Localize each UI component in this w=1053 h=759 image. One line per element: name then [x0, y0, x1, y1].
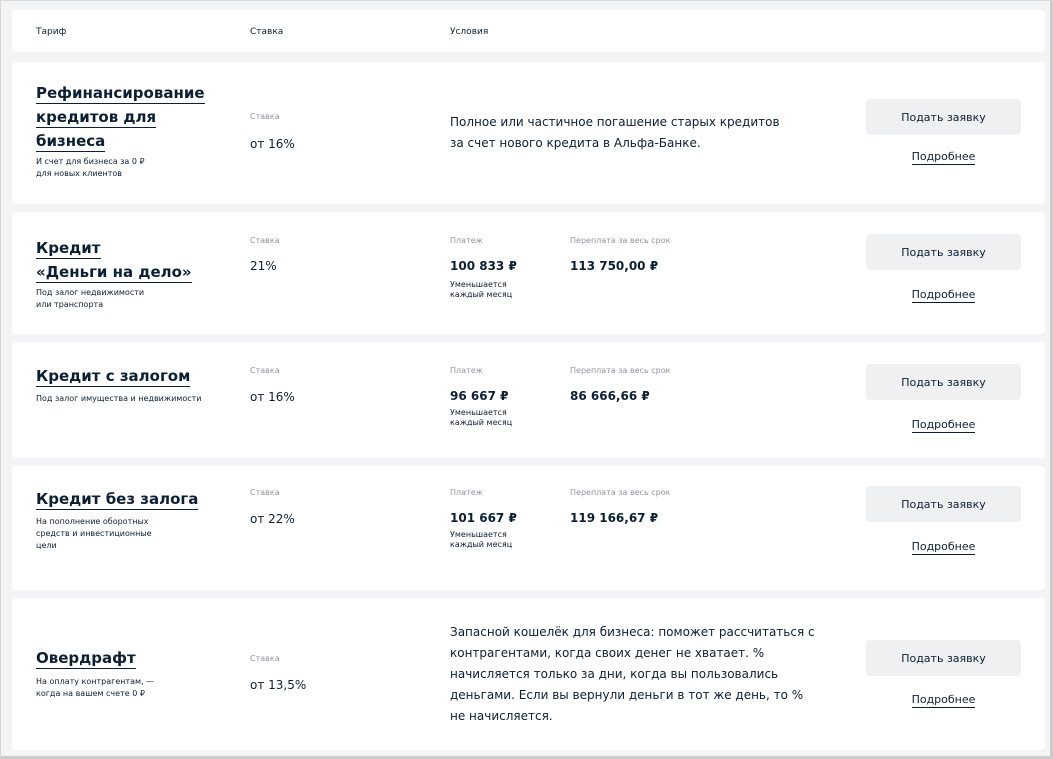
apply-button[interactable]: Подать заявку	[866, 486, 1021, 522]
tariff-subtitle: На пополнение оборотных средств и инвест…	[36, 517, 152, 550]
overpay-label: Переплата за весь срок	[570, 366, 671, 375]
header-rate: Ставка	[250, 27, 284, 37]
more-link[interactable]: Подробнее	[866, 693, 1021, 708]
tariff-title[interactable]: Овердрафт	[36, 646, 136, 670]
overpay-label: Переплата за весь срок	[570, 236, 671, 245]
rate-label: Ставка	[250, 654, 280, 663]
payment-note: Уменьшается каждый месяц	[450, 280, 513, 299]
tariff-card-refinancing: Рефинансирование кредитов для бизнеса И …	[12, 62, 1045, 204]
payment-value: 100 833 ₽	[450, 259, 517, 273]
tariff-card-unsecured: Кредит без залога На пополнение оборотны…	[12, 466, 1045, 590]
apply-button[interactable]: Подать заявку	[866, 234, 1021, 270]
rate-value: от 16%	[250, 137, 295, 151]
payment-note: Уменьшается каждый месяц	[450, 408, 513, 427]
more-link[interactable]: Подробнее	[866, 418, 1021, 433]
more-link[interactable]: Подробнее	[866, 288, 1021, 303]
payment-value: 101 667 ₽	[450, 511, 517, 525]
tariff-card-overdraft: Овердрафт На оплату контрагентам, — когд…	[12, 598, 1045, 750]
more-link[interactable]: Подробнее	[866, 540, 1021, 555]
tariff-title[interactable]: Кредит «Деньги на дело»	[36, 236, 192, 284]
payment-label: Платеж	[450, 488, 483, 497]
tariff-title[interactable]: Рефинансирование кредитов для бизнеса	[36, 81, 205, 153]
payment-label: Платеж	[450, 236, 483, 245]
overpay-label: Переплата за весь срок	[570, 488, 671, 497]
apply-button[interactable]: Подать заявку	[866, 640, 1021, 676]
overpay-value: 113 750,00 ₽	[570, 259, 659, 273]
payment-note: Уменьшается каждый месяц	[450, 530, 513, 549]
header-tariff: Тариф	[36, 27, 67, 37]
rate-value: от 22%	[250, 512, 295, 526]
tariff-card-dengi-na-delo: Кредит «Деньги на дело» Под залог недвиж…	[12, 212, 1045, 334]
overpay-value: 119 166,67 ₽	[570, 511, 659, 525]
tariff-title[interactable]: Кредит с залогом	[36, 364, 191, 388]
tariff-subtitle: Под залог недвижимости или транспорта	[36, 288, 145, 309]
rate-value: от 13,5%	[250, 678, 307, 692]
apply-button[interactable]: Подать заявку	[866, 99, 1021, 135]
rate-label: Ставка	[250, 488, 280, 497]
rate-label: Ставка	[250, 112, 280, 121]
tariff-subtitle: Под залог имущества и недвижимости	[36, 394, 202, 403]
payment-value: 96 667 ₽	[450, 389, 509, 403]
rate-value: 21%	[250, 259, 277, 273]
payment-label: Платеж	[450, 366, 483, 375]
rate-label: Ставка	[250, 236, 280, 245]
tariff-subtitle: И счет для бизнеса за 0 ₽ для новых клие…	[36, 157, 145, 178]
apply-button[interactable]: Подать заявку	[866, 364, 1021, 400]
overpay-value: 86 666,66 ₽	[570, 389, 650, 403]
conditions-text: Запасной кошелёк для бизнеса: поможет ра…	[450, 625, 815, 723]
conditions-text: Полное или частичное погашение старых кр…	[450, 115, 780, 150]
header-conditions: Условия	[450, 27, 489, 37]
more-link[interactable]: Подробнее	[866, 150, 1021, 165]
rate-value: от 16%	[250, 390, 295, 404]
table-header: Тариф Ставка Условия	[12, 10, 1045, 52]
tariff-subtitle: На оплату контрагентам, — когда на вашем…	[36, 677, 155, 698]
tariff-title[interactable]: Кредит без залога	[36, 487, 199, 511]
tariff-card-secured: Кредит с залогом Под залог имущества и н…	[12, 342, 1045, 458]
rate-label: Ставка	[250, 366, 280, 375]
